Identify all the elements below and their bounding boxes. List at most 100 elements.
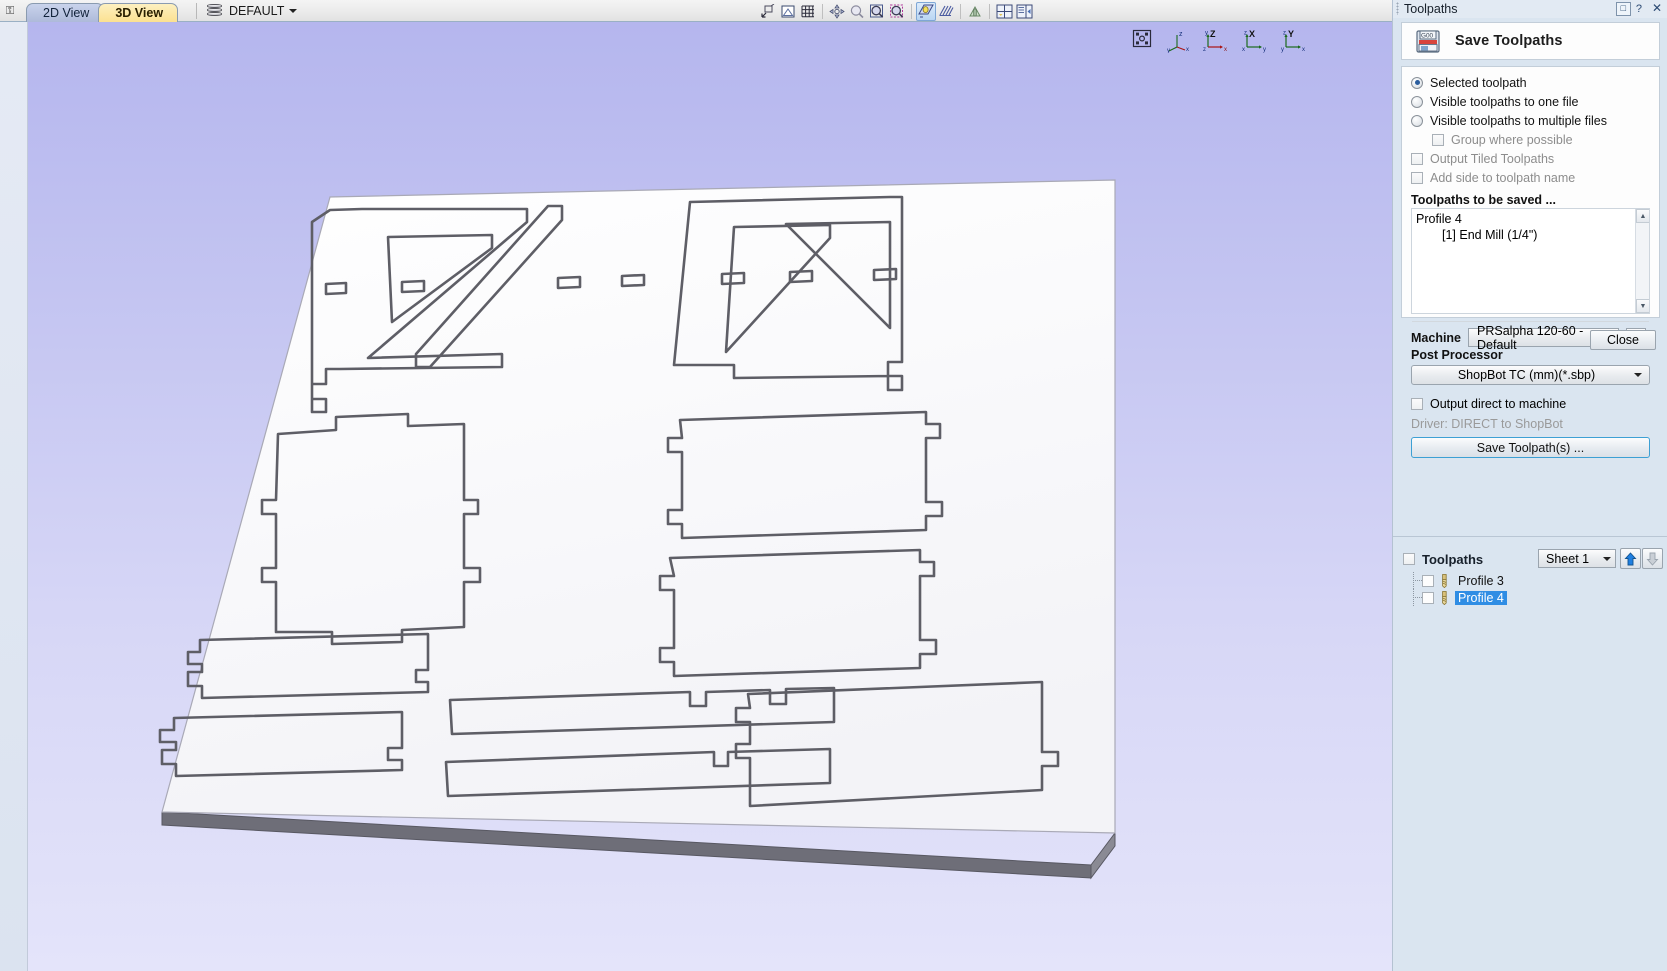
radio-visible-one-file-label: Visible toolpaths to one file [1430,94,1579,109]
help-icon[interactable]: □ [1615,2,1631,16]
radio-visible-multiple-files-label: Visible toolpaths to multiple files [1430,113,1607,128]
panel-drag-grip[interactable] [1396,2,1399,15]
toggle-lighting-icon[interactable] [916,1,936,21]
layer-selector[interactable]: DEFAULT [207,1,298,21]
two-view-layout-icon[interactable] [994,2,1014,21]
close-icon[interactable]: ✕ [1652,1,1662,15]
top-toolbar: ⚿ 2D View 3D View DEFAULT [0,0,1392,22]
toggle-material-block-icon[interactable] [778,2,798,21]
panel-empty-area [1393,632,1667,971]
tab-3d-view[interactable]: 3D View [98,3,179,22]
end-mill-icon [1439,590,1450,605]
toolpath-visibility-checkbox[interactable] [1422,574,1434,587]
radio-selected-toolpath[interactable]: Selected toolpath [1411,73,1650,92]
saved-toolpath-item-profile: Profile 4 [1416,212,1462,226]
question-icon[interactable]: ? [1636,3,1642,15]
toolbar-divider [822,3,823,19]
checkbox-add-side-to-name-box[interactable] [1411,171,1423,184]
save-toolpaths-button[interactable]: Save Toolpath(s) ... [1411,437,1650,458]
chevron-down-icon [1634,373,1642,377]
panel-help-controls: □ ? [1615,2,1642,16]
checkbox-output-tiled-toolpaths-box[interactable] [1411,152,1423,165]
checkbox-output-direct-to-machine-label: Output direct to machine [1430,396,1567,411]
list-item[interactable]: Profile 3 [1393,572,1667,589]
zoom-to-selection-icon[interactable] [758,2,778,21]
scroll-up-button[interactable]: ▲ [1636,209,1649,223]
split-view-layout-icon[interactable] [1014,2,1034,21]
toolpath-preview-geometry [158,179,1116,880]
end-mill-icon [1439,573,1450,588]
toolpaths-tree: Profile 3 Profile 4 [1393,572,1667,632]
toolpath-name-profile-4: Profile 4 [1455,590,1507,605]
layer-name-label: DEFAULT [229,4,285,18]
layers-stack-icon [207,3,224,19]
tab-3d-view-label: 3D View [115,6,164,20]
chevron-down-icon [1603,556,1611,561]
zoom-out-icon[interactable] [847,2,867,21]
toolbar-divider [989,3,990,19]
zoom-window-icon[interactable] [887,2,907,21]
toggle-grid-icon[interactable] [798,2,818,21]
pin-icon[interactable]: ⚿ [4,4,16,18]
checkbox-output-direct-to-machine[interactable]: Output direct to machine [1411,394,1650,413]
sheet-select[interactable]: Sheet 1 [1538,549,1616,568]
checkbox-add-side-to-name[interactable]: Add side to toolpath name [1411,168,1650,187]
close-button[interactable]: Close [1590,330,1656,350]
chevron-down-icon [289,9,298,13]
application-window: ⚿ 2D View 3D View DEFAULT z y x Z y x z … [0,0,1667,971]
driver-status-text: Driver: DIRECT to ShopBot [1411,417,1563,431]
machine-label: Machine [1411,330,1462,345]
panel-title: Toolpaths [1404,2,1458,16]
checkbox-output-tiled-toolpaths[interactable]: Output Tiled Toolpaths [1411,149,1650,168]
svg-text:G00: G00 [1421,33,1434,40]
panel-titlebar: Toolpaths □ ? ✕ [1393,0,1667,18]
save-toolpaths-button-label: Save Toolpath(s) ... [1476,440,1585,455]
toolpath-visibility-checkbox[interactable] [1422,591,1434,604]
tree-connector-tick [1413,597,1422,599]
toolbar-group-view [758,1,1034,21]
radio-visible-multiple-files[interactable]: Visible toolpaths to multiple files [1411,111,1650,130]
toggle-toolpath-preview-icon[interactable] [936,2,956,21]
toolpaths-to-be-saved-heading: Toolpaths to be saved ... [1411,193,1556,207]
save-floppy-icon: G00 [1415,28,1441,54]
close-button-label: Close [1607,333,1639,347]
checkbox-output-tiled-toolpaths-label: Output Tiled Toolpaths [1430,151,1555,166]
radio-visible-multiple-files-button[interactable] [1411,114,1423,127]
toolpaths-section-title: Toolpaths [1422,551,1484,567]
pan-view-icon[interactable] [827,2,847,21]
sheet-select-value: Sheet 1 [1546,551,1590,566]
toolpath-name-profile-3: Profile 3 [1458,573,1504,588]
checkbox-group-where-possible-box[interactable] [1432,133,1444,146]
save-options-card: Selected toolpath Visible toolpaths to o… [1401,66,1660,458]
toolbar-divider [911,3,912,19]
divider [1393,536,1667,537]
post-processor-select-value: ShopBot TC (mm)(*.sbp) [1457,368,1596,382]
zoom-in-icon[interactable] [867,2,887,21]
tree-connector-tick [1413,580,1422,582]
toolpaths-to-be-saved-list[interactable]: Profile 4 [1] End Mill (1/4") ▲ ▼ [1411,208,1650,314]
list-item[interactable]: Profile 4 [1393,589,1667,606]
toggle-shaded-view-icon[interactable] [965,2,985,21]
toolpaths-section-header: Toolpaths Sheet 1 [1393,547,1667,571]
toolbar-divider [196,3,197,19]
checkbox-group-where-possible-label: Group where possible [1451,132,1573,147]
arrow-down-icon[interactable] [1642,548,1663,569]
checkbox-output-direct-to-machine-box[interactable] [1411,397,1423,410]
tab-2d-view[interactable]: 2D View [26,3,105,22]
right-panel: Toolpaths □ ? ✕ G00 Save Toolpaths Selec… [1392,0,1667,971]
toolpaths-master-checkbox[interactable] [1403,553,1415,565]
radio-visible-one-file[interactable]: Visible toolpaths to one file [1411,92,1650,111]
radio-selected-toolpath-label: Selected toolpath [1430,75,1527,90]
radio-visible-one-file-button[interactable] [1411,95,1423,108]
material-block-3d [0,22,1392,971]
toolbar-divider [960,3,961,19]
scroll-down-button[interactable]: ▼ [1636,299,1649,313]
save-toolpaths-title: Save Toolpaths [1455,33,1563,49]
toolpath-list-scrollbar[interactable]: ▲ ▼ [1635,209,1649,313]
radio-selected-toolpath-button[interactable] [1411,76,1423,89]
3d-viewport[interactable]: z y x Z y x z X z y x Y z x y [0,22,1392,971]
post-processor-select[interactable]: ShopBot TC (mm)(*.sbp) [1411,365,1650,385]
arrow-up-icon[interactable] [1620,548,1641,569]
checkbox-group-where-possible[interactable]: Group where possible [1411,130,1650,149]
save-toolpaths-header: G00 Save Toolpaths [1401,22,1660,60]
